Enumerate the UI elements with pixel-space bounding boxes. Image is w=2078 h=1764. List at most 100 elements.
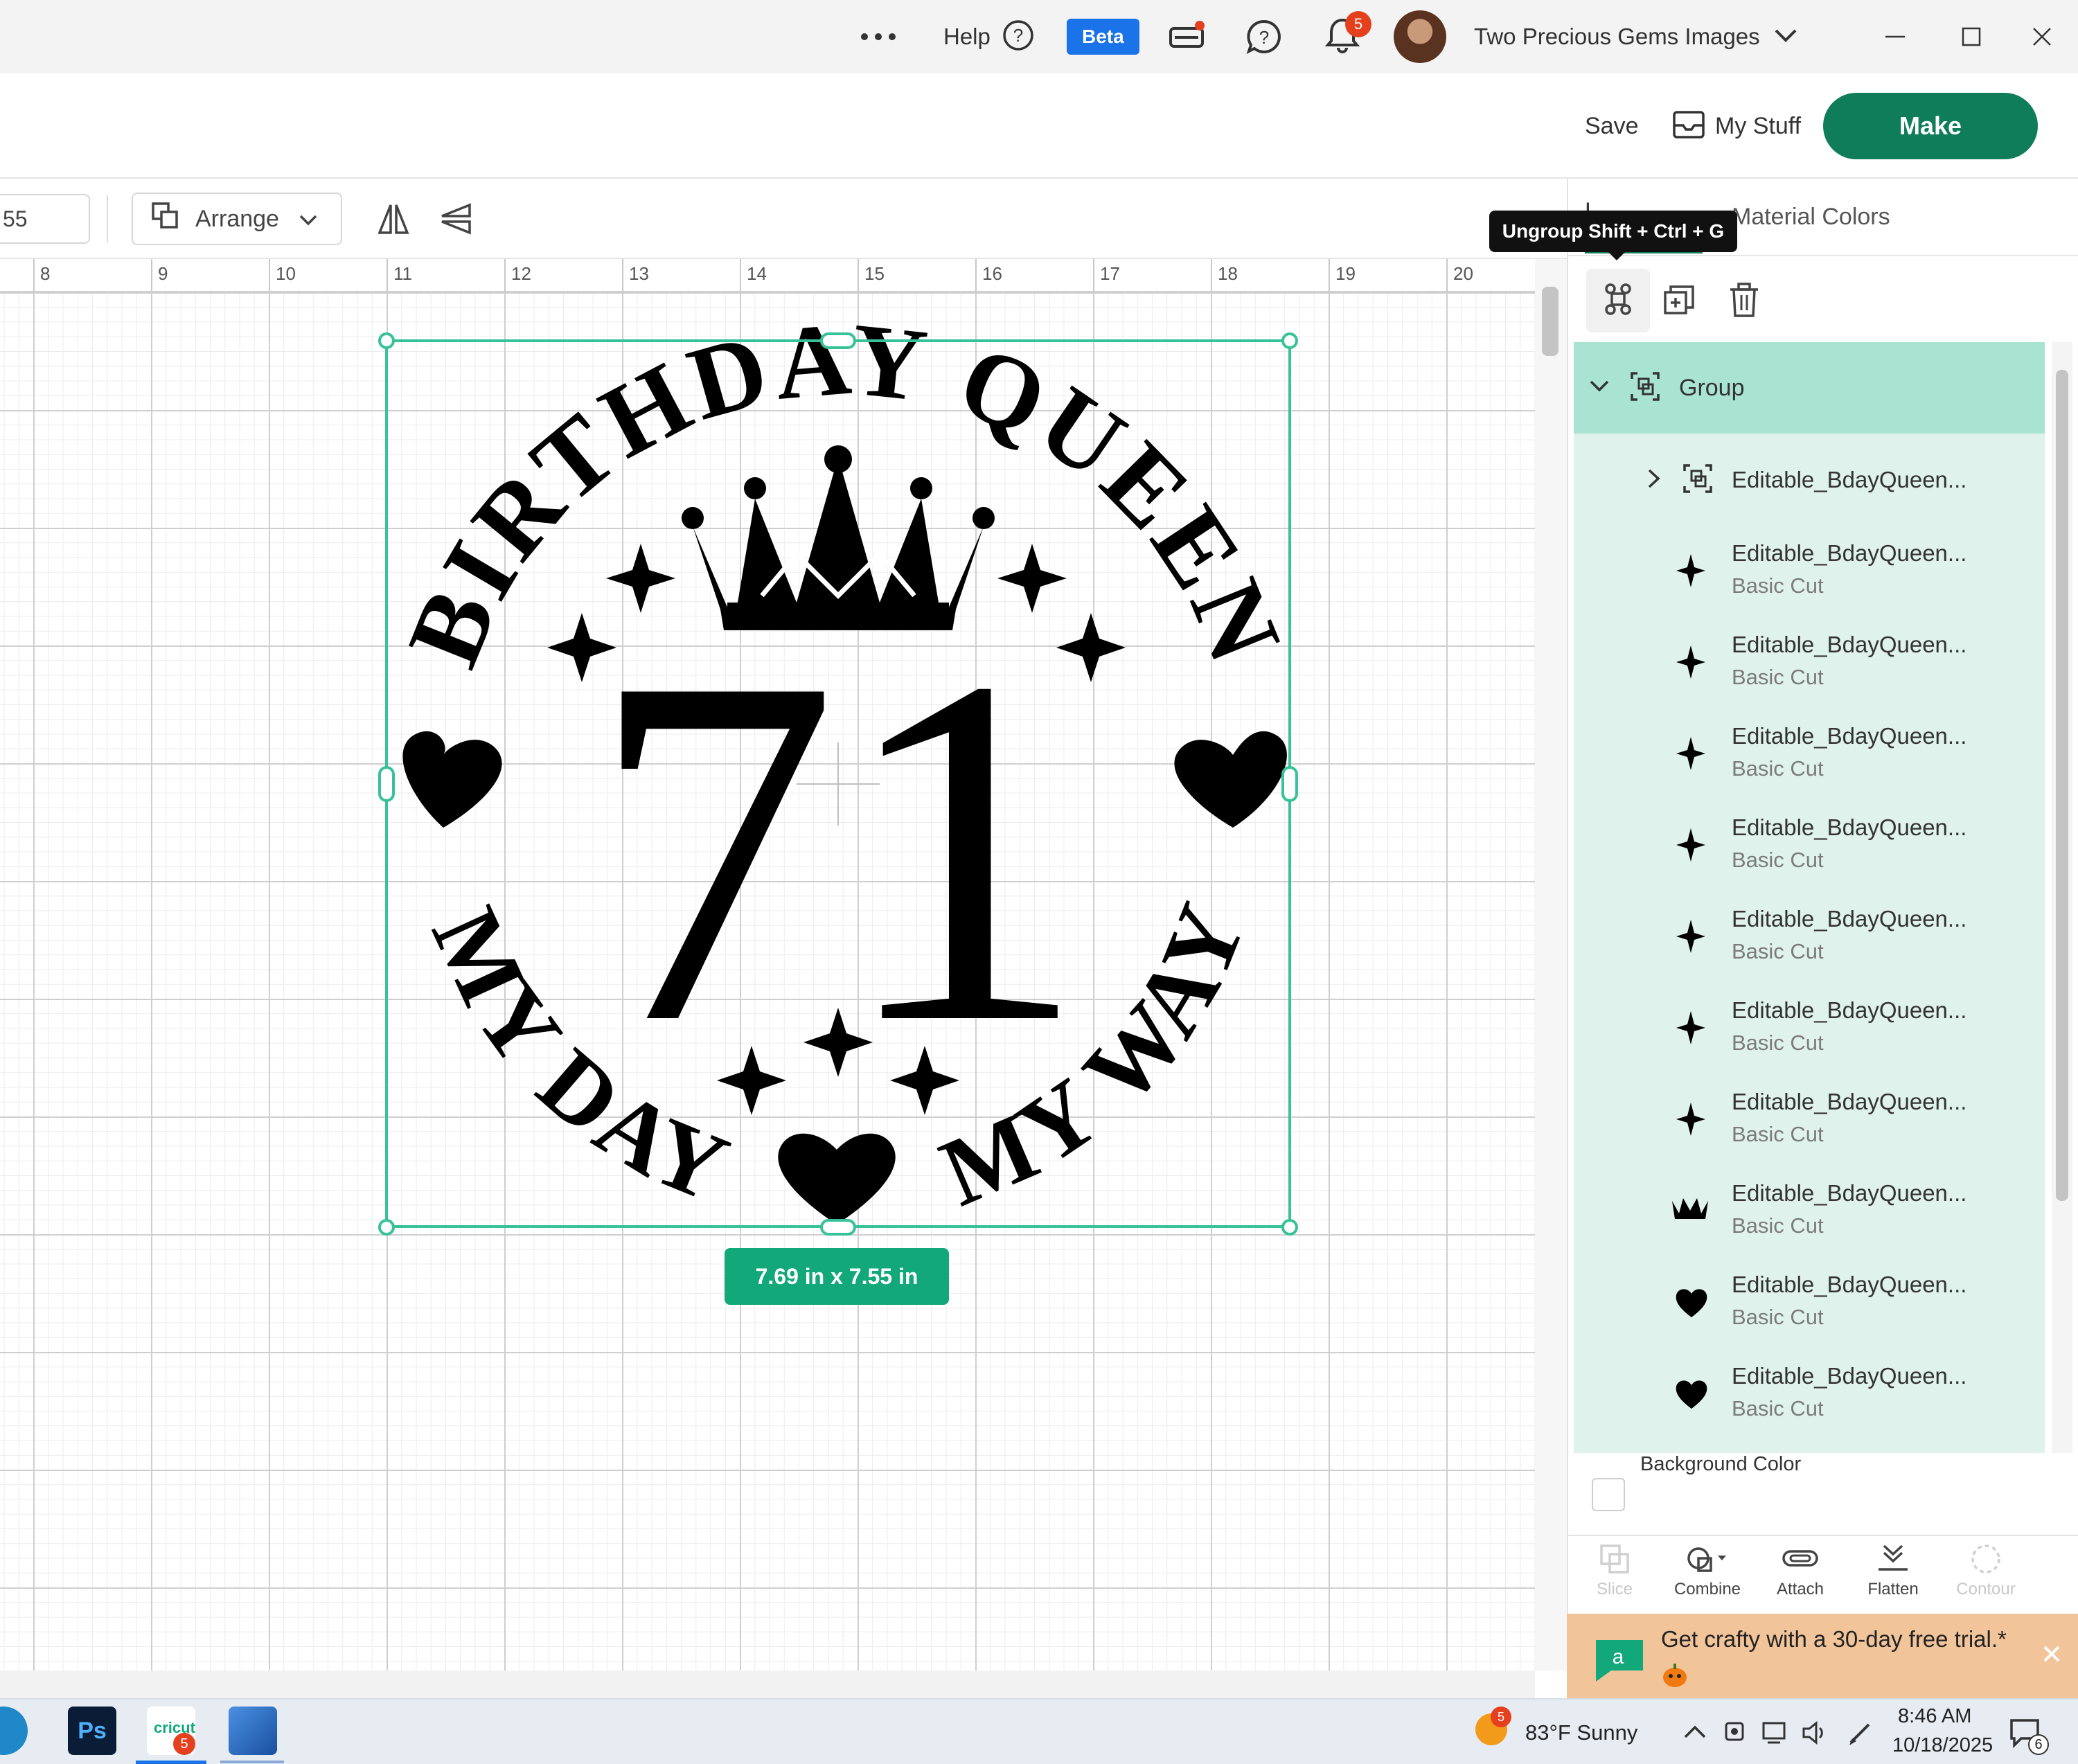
cricut-badge: 5 [173, 1733, 195, 1755]
layer-type: Basic Cut [1732, 1031, 1824, 1055]
volume-icon[interactable] [1801, 1719, 1829, 1747]
layer-list[interactable]: Group Editable_BdayQueen... Editable_Bda… [1574, 342, 2045, 1453]
resize-handle[interactable] [820, 1219, 856, 1236]
flatten-button[interactable]: Flatten [1855, 1543, 1931, 1599]
resize-handle[interactable] [1281, 332, 1298, 349]
resize-handle[interactable] [378, 332, 395, 349]
background-color-checkbox[interactable] [1592, 1478, 1625, 1511]
pen-icon[interactable] [1847, 1719, 1874, 1747]
layer-row[interactable]: Editable_BdayQueen... Basic Cut [1574, 799, 2045, 891]
layer-row[interactable]: Editable_BdayQueen... Basic Cut [1574, 982, 2045, 1073]
layer-name: Editable_BdayQueen... [1732, 1180, 1967, 1206]
layer-type: Basic Cut [1732, 1305, 1824, 1329]
group-label: Group [1679, 374, 1745, 401]
layer-row[interactable]: Editable_BdayQueen... Basic Cut [1574, 891, 2045, 982]
heart-icon [1676, 1380, 1707, 1409]
action-center-badge: 6 [2028, 1734, 2049, 1755]
layer-row[interactable]: Editable_BdayQueen... Basic Cut [1574, 1165, 2045, 1256]
crown-icon [1672, 1198, 1708, 1219]
chevron-up-icon[interactable] [1683, 1725, 1707, 1740]
tab-material-colors[interactable]: Material Colors [1732, 204, 1890, 231]
chevron-down-icon [1589, 380, 1610, 397]
combine-icon [1687, 1547, 1726, 1572]
active-indicator [136, 1761, 206, 1764]
svg-text:a: a [1613, 1646, 1624, 1668]
clock-date[interactable]: 10/18/2025 [1892, 1734, 1993, 1757]
canvas-horizontal-scrollbar[interactable] [0, 1671, 1535, 1698]
layer-name: Editable_BdayQueen... [1732, 723, 1967, 749]
resize-handle[interactable] [378, 1219, 395, 1236]
layer-name: Editable_BdayQueen... [1732, 540, 1967, 566]
sparkle-icon [1676, 920, 1705, 953]
cricut-access-icon: a [1596, 1640, 1643, 1682]
meet-icon[interactable] [1722, 1719, 1747, 1747]
layer-name: Editable_BdayQueen... [1732, 906, 1967, 932]
photos-app-icon[interactable] [229, 1707, 277, 1755]
ungroup-button[interactable] [1586, 269, 1650, 332]
group-icon [1682, 463, 1714, 498]
photoshop-icon[interactable]: Ps [68, 1707, 116, 1755]
layer-row[interactable]: Editable_BdayQueen... Basic Cut [1574, 525, 2045, 616]
layer-name: Editable_BdayQueen... [1732, 814, 1967, 840]
group-icon [1629, 371, 1661, 406]
sparkle-icon [1676, 828, 1705, 862]
resize-handle[interactable] [378, 766, 395, 802]
layer-row[interactable]: Editable_BdayQueen... [1574, 434, 2045, 525]
windows-taskbar: Ps cricut 5 5 83°F Sunny 8:46 AM 10/18/2… [0, 1698, 2078, 1764]
layer-type: Basic Cut [1732, 1396, 1824, 1420]
weather-badge: 5 [1491, 1707, 1511, 1727]
ungroup-icon [1601, 282, 1635, 320]
layer-type: Basic Cut [1732, 573, 1824, 598]
layer-row[interactable]: Editable_BdayQueen... Basic Cut [1574, 616, 2045, 708]
duplicate-icon[interactable] [1662, 284, 1696, 321]
layer-name: Editable_BdayQueen... [1732, 1089, 1967, 1114]
scroll-thumb[interactable] [1542, 287, 1558, 356]
layer-actions-bar: Slice Combine Attach Flatten Contour [1567, 1535, 2078, 1612]
skype-icon[interactable] [0, 1707, 28, 1755]
resize-handle[interactable] [1281, 766, 1298, 802]
layer-row[interactable]: Editable_BdayQueen... Basic Cut [1574, 1073, 2045, 1165]
layer-name: Editable_BdayQueen... [1732, 467, 1967, 492]
scroll-thumb[interactable] [2056, 370, 2068, 1201]
layer-type: Basic Cut [1732, 665, 1824, 689]
action-label: Attach [1776, 1580, 1824, 1598]
network-icon[interactable] [1761, 1719, 1788, 1747]
layer-name: Editable_BdayQueen... [1732, 1363, 1967, 1389]
promo-text: Get crafty with a 30-day free trial.* [1661, 1626, 2007, 1652]
flatten-icon [1879, 1544, 1908, 1571]
paperclip-icon [1782, 1550, 1818, 1567]
layer-type: Basic Cut [1732, 756, 1824, 781]
promo-banner[interactable]: a Get crafty with a 30-day free trial.* [1567, 1614, 2078, 1698]
sparkle-icon [1676, 737, 1705, 770]
chevron-right-icon [1647, 468, 1661, 492]
action-label: Slice [1596, 1580, 1633, 1598]
selection-box[interactable] [385, 339, 1291, 1228]
contour-button[interactable]: Contour [1948, 1543, 2024, 1599]
weather-text[interactable]: 83°F Sunny [1525, 1720, 1637, 1745]
running-indicator [220, 1761, 284, 1763]
clock-time[interactable]: 8:46 AM [1898, 1705, 1971, 1728]
tooltip-arrow [1607, 251, 1626, 260]
trash-icon[interactable] [1729, 283, 1759, 322]
layers-scrollbar[interactable] [2052, 342, 2072, 1453]
combine-button[interactable]: Combine [1669, 1543, 1746, 1599]
ungroup-tooltip: Ungroup Shift + Ctrl + G [1489, 211, 1737, 252]
canvas-vertical-scrollbar[interactable] [1535, 259, 1567, 1671]
attach-button[interactable]: Attach [1762, 1543, 1838, 1599]
layer-group-row[interactable]: Group [1574, 342, 2045, 434]
resize-handle[interactable] [1281, 1219, 1298, 1236]
cricut-app-icon[interactable]: cricut 5 [147, 1707, 195, 1755]
slice-button[interactable]: Slice [1577, 1543, 1653, 1599]
slice-icon [1600, 1544, 1629, 1574]
layer-name: Editable_BdayQueen... [1732, 1272, 1967, 1297]
action-label: Flatten [1867, 1580, 1919, 1598]
layer-row[interactable]: Editable_BdayQueen... Basic Cut [1574, 708, 2045, 799]
sparkle-icon [1676, 645, 1705, 679]
pumpkin-icon [1663, 1664, 1687, 1687]
layer-row[interactable]: Editable_BdayQueen... Basic Cut [1574, 1256, 2045, 1348]
close-icon[interactable] [2042, 1644, 2061, 1664]
layer-row[interactable]: Editable_BdayQueen... Basic Cut [1574, 1348, 2045, 1439]
resize-handle[interactable] [820, 332, 856, 349]
sparkle-icon [1676, 1103, 1705, 1136]
action-label: Combine [1673, 1580, 1741, 1598]
